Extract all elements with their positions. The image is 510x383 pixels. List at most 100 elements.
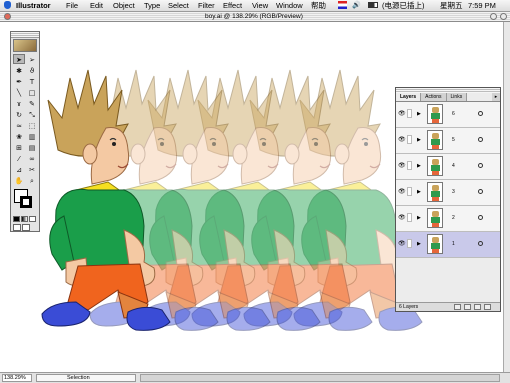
target-circle-icon[interactable] <box>478 111 483 116</box>
visibility-eye-icon[interactable]: 👁 <box>398 189 406 195</box>
graph-tool-icon[interactable]: ▥ <box>26 131 38 141</box>
lasso-tool-icon[interactable]: ϑ <box>26 65 38 75</box>
lock-toggle[interactable] <box>407 213 412 222</box>
visibility-eye-icon[interactable]: 👁 <box>398 137 406 143</box>
expand-triangle-icon[interactable]: ▶ <box>417 163 421 169</box>
expand-triangle-icon[interactable]: ▶ <box>417 215 421 221</box>
target-circle-icon[interactable] <box>478 137 483 142</box>
eyedropper-tool-icon[interactable]: ⁄ <box>13 153 25 163</box>
pencil-tool-icon[interactable]: ✎ <box>26 98 38 108</box>
layer-name[interactable]: 3 <box>452 189 455 195</box>
full-screen-menu-mode-button[interactable] <box>22 224 30 231</box>
vertical-scrollbar[interactable] <box>503 22 510 372</box>
menu-window[interactable]: Window <box>276 0 303 11</box>
menu-clock[interactable]: 7:59 PM <box>468 0 496 11</box>
blend-tool-icon[interactable]: ∞ <box>26 153 38 163</box>
gradient-tool-icon[interactable]: ▤ <box>26 142 38 152</box>
layer-row[interactable]: 👁 ▶ 2 <box>396 206 500 232</box>
line-tool-icon[interactable]: ╲ <box>13 87 25 97</box>
target-circle-icon[interactable] <box>478 163 483 168</box>
tab-links[interactable]: Links <box>446 93 468 101</box>
scale-tool-icon[interactable]: ⤡ <box>26 109 38 119</box>
target-circle-icon[interactable] <box>478 189 483 194</box>
menu-illustrator[interactable]: Illustrator <box>16 0 51 11</box>
tab-actions[interactable]: Actions <box>421 93 447 101</box>
lock-toggle[interactable] <box>407 187 412 196</box>
layer-name[interactable]: 2 <box>452 215 455 221</box>
battery-icon[interactable] <box>368 2 378 8</box>
type-tool-icon[interactable]: T <box>26 76 38 86</box>
expand-triangle-icon[interactable]: ▶ <box>417 189 421 195</box>
rotate-tool-icon[interactable]: ↻ <box>13 109 25 119</box>
menu-day[interactable]: 星期五 <box>440 0 463 11</box>
lock-toggle[interactable] <box>407 109 412 118</box>
gradient-mode-button[interactable] <box>21 216 28 222</box>
visibility-eye-icon[interactable]: 👁 <box>398 241 406 247</box>
layer-row[interactable]: 👁 ▶ 6 <box>396 102 500 128</box>
slice-tool-icon[interactable]: ⊿ <box>13 164 25 174</box>
layer-name[interactable]: 1 <box>452 241 455 247</box>
paintbrush-tool-icon[interactable]: ɤ <box>13 98 25 108</box>
none-mode-button[interactable] <box>29 216 36 222</box>
new-sublayer-icon[interactable] <box>464 304 471 310</box>
visibility-eye-icon[interactable]: 👁 <box>398 163 406 169</box>
color-mode-button[interactable] <box>13 216 20 222</box>
lock-toggle[interactable] <box>407 161 412 170</box>
menu-effect[interactable]: Effect <box>223 0 242 11</box>
menu-object[interactable]: Object <box>113 0 135 11</box>
visibility-eye-icon[interactable]: 👁 <box>398 215 406 221</box>
zoom-tool-icon[interactable]: ⌕ <box>26 175 38 185</box>
layer-name[interactable]: 6 <box>452 111 455 117</box>
standard-screen-mode-button[interactable] <box>13 224 21 231</box>
mesh-tool-icon[interactable]: ⊞ <box>13 142 25 152</box>
layer-row[interactable]: 👁 ▶ 5 <box>396 128 500 154</box>
scissors-tool-icon[interactable]: ✂ <box>26 164 38 174</box>
free-transform-tool-icon[interactable]: ⬚ <box>26 120 38 130</box>
menu-type[interactable]: Type <box>144 0 160 11</box>
collapse-window-icon[interactable] <box>490 13 497 20</box>
layer-name[interactable]: 4 <box>452 163 455 169</box>
target-circle-icon[interactable] <box>478 215 483 220</box>
target-circle-icon[interactable] <box>478 241 483 246</box>
zoom-window-icon[interactable] <box>500 13 507 20</box>
close-window-icon[interactable] <box>4 13 11 20</box>
menu-edit[interactable]: Edit <box>90 0 103 11</box>
expand-triangle-icon[interactable]: ▶ <box>417 137 421 143</box>
document-titlebar[interactable]: boy.ai @ 138.29% (RGB/Preview) <box>0 12 510 22</box>
menu-file[interactable]: File <box>66 0 78 11</box>
panel-menu-icon[interactable]: ▸ <box>492 93 500 101</box>
layer-name[interactable]: 5 <box>452 137 455 143</box>
direct-selection-tool-icon[interactable]: ➢ <box>26 54 38 64</box>
horizontal-scrollbar[interactable] <box>140 374 500 382</box>
illustrator-logo-icon[interactable] <box>13 39 37 52</box>
symbol-sprayer-tool-icon[interactable]: ❀ <box>13 131 25 141</box>
delete-layer-icon[interactable] <box>484 304 491 310</box>
visibility-eye-icon[interactable]: 👁 <box>398 111 406 117</box>
zoom-level-field[interactable]: 138.29% <box>2 374 32 382</box>
menu-view[interactable]: View <box>252 0 268 11</box>
menu-select[interactable]: Select <box>168 0 189 11</box>
stroke-swatch[interactable] <box>20 196 32 208</box>
apple-icon[interactable] <box>4 1 11 9</box>
flag-icon[interactable] <box>338 1 347 9</box>
hand-tool-icon[interactable]: ✋ <box>13 175 25 185</box>
menu-help[interactable]: 帮助 <box>311 0 326 11</box>
menu-filter[interactable]: Filter <box>198 0 215 11</box>
magic-wand-tool-icon[interactable]: ✱ <box>13 65 25 75</box>
layer-row[interactable]: 👁 ▶ 4 <box>396 154 500 180</box>
layer-row[interactable]: 👁 ▶ 1 <box>396 232 500 258</box>
lock-toggle[interactable] <box>407 135 412 144</box>
toolbox-titlebar[interactable] <box>11 32 39 38</box>
tab-layers[interactable]: Layers <box>396 93 422 101</box>
layer-row[interactable]: 👁 ▶ 3 <box>396 180 500 206</box>
pen-tool-icon[interactable]: ✒ <box>13 76 25 86</box>
volume-icon[interactable]: 🔊 <box>352 0 361 11</box>
rectangle-tool-icon[interactable]: □ <box>26 87 38 97</box>
selection-tool-icon[interactable]: ➤ <box>13 54 25 64</box>
status-dropdown[interactable]: Selection <box>36 374 136 382</box>
expand-triangle-icon[interactable]: ▶ <box>417 241 421 247</box>
warp-tool-icon[interactable]: ≈ <box>13 120 25 130</box>
lock-toggle[interactable] <box>407 239 412 248</box>
expand-triangle-icon[interactable]: ▶ <box>417 111 421 117</box>
new-layer-icon[interactable] <box>474 304 481 310</box>
